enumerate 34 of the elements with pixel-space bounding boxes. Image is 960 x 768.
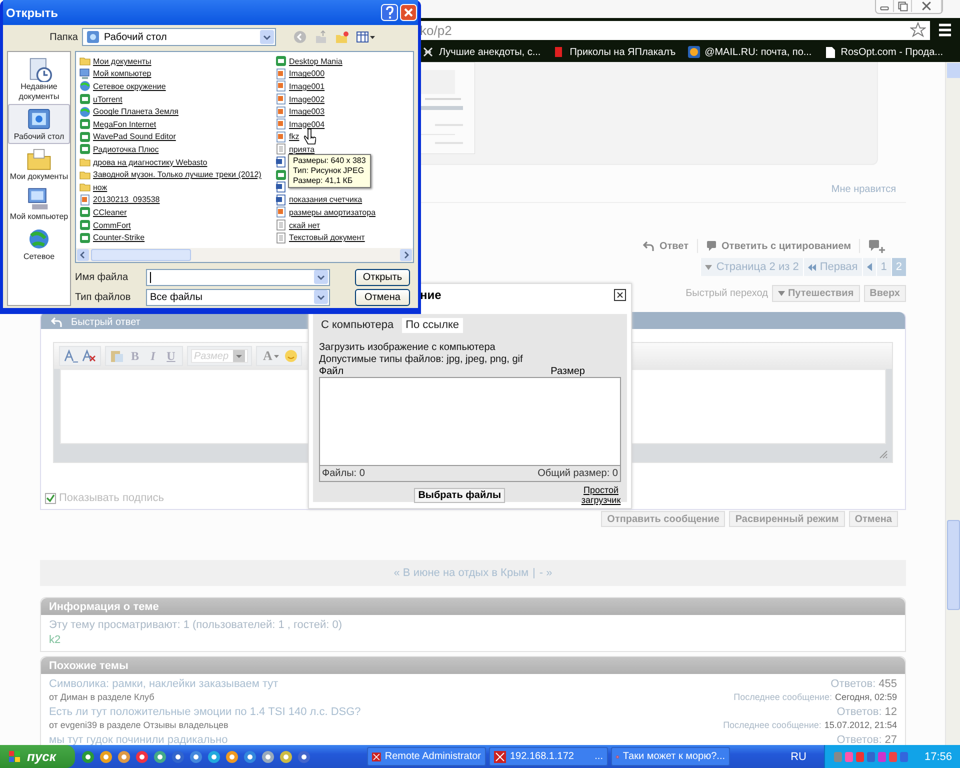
panel-title: Похожие темы (49, 660, 128, 672)
column-header: Файл (319, 366, 344, 377)
topic-meta: от Диман в разделе Клуб (49, 691, 156, 703)
last-post-label: Последнее сообщение: (723, 719, 822, 731)
replies-count: 455 (878, 678, 897, 691)
url-text: ko/p2 (420, 22, 453, 38)
field-label: Имя файла (75, 272, 130, 282)
replies-count: 12 (884, 706, 897, 719)
panel-title: Информация о теме (49, 600, 159, 612)
dialog-title: ние (420, 288, 442, 302)
viewers-text: Эту тему просматривают: 1 (пользователей: 1 , гостей: 0) (49, 618, 343, 632)
separator-text: | (532, 567, 536, 579)
clock: 17:56 (924, 750, 952, 762)
files-count: Файлы: 0 (322, 468, 365, 479)
last-post-label: Последнее сообщение: (734, 691, 832, 703)
last-post-time: 15.07.2012, 21:54 (824, 719, 897, 731)
replies-count: 27 (884, 734, 897, 745)
tooltip-text: Тип: Рисунок JPEG (293, 166, 366, 176)
panel-title: Быстрый ответ (71, 316, 140, 328)
column-header: Размер (550, 366, 585, 377)
replies-label: Ответов: (836, 706, 882, 719)
last-post-time: Сегодня, 02:59 (834, 691, 897, 703)
quick-nav-label: Быстрый переход (686, 288, 768, 298)
field-label: Тип файлов (75, 292, 132, 302)
file-types-text: Допустимые типы файлов: jpg, jpeg, png, gif (319, 354, 524, 366)
tooltip-text: Размер: 41,1 КБ (293, 176, 354, 186)
window-title: Открыть (6, 6, 58, 20)
topic-meta: от evgeni39 в разделе Отзывы владельцев (49, 719, 230, 731)
folder-label: Папка (48, 32, 78, 42)
total-size: Общий размер: 0 (538, 468, 618, 479)
replies-label: Ответов: (836, 734, 882, 745)
tooltip-text: Размеры: 640 x 383 (293, 156, 366, 166)
replies-label: Ответов: (830, 678, 876, 691)
upload-heading: Загрузить изображение с компьютера (319, 342, 496, 354)
